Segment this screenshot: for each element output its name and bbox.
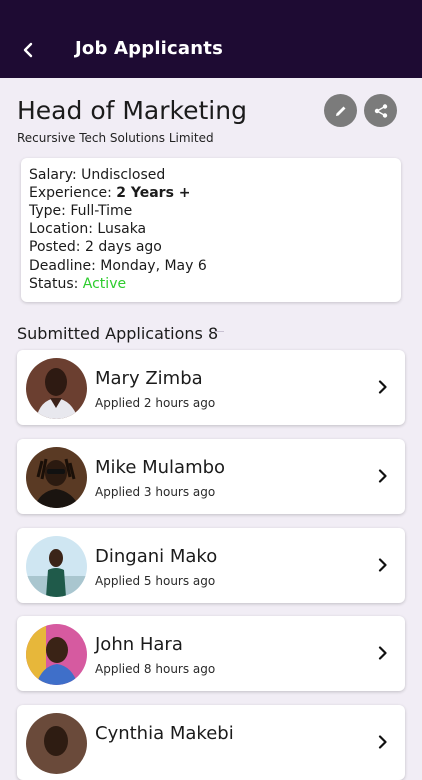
posted-value: 2 days ago [84, 239, 162, 255]
experience-label: Experience: [29, 185, 112, 201]
chevron-right-icon [378, 380, 387, 394]
app-bar: Job Applicants [0, 0, 422, 78]
deadline-value: Monday, May 6 [100, 258, 207, 274]
applicant-row[interactable]: Cynthia Makebi [17, 705, 405, 780]
avatar [26, 536, 87, 597]
job-title: Head of Marketing [17, 96, 247, 125]
status-label: Status: [29, 276, 79, 292]
applicant-row[interactable]: Mike Mulambo Applied 3 hours ago [17, 439, 405, 514]
avatar [26, 358, 87, 419]
location-label: Location: [29, 221, 93, 237]
type-value: Full-Time [70, 203, 133, 219]
avatar [26, 624, 87, 685]
company-name: Recursive Tech Solutions Limited [17, 131, 214, 145]
edit-button[interactable] [324, 94, 357, 127]
posted-label: Posted: [29, 239, 81, 255]
applicant-row[interactable]: John Hara Applied 8 hours ago [17, 616, 405, 691]
deadline-line: Deadline: Monday, May 6 [29, 258, 207, 274]
applied-time: Applied 2 hours ago [95, 396, 216, 410]
status-line: Status: Active [29, 276, 126, 292]
job-details-card: Salary: Undisclosed Experience: 2 Years … [21, 158, 401, 302]
chevron-right-icon [378, 646, 387, 660]
applicant-name: Mary Zimba [95, 368, 203, 389]
salary-label: Salary: [29, 167, 77, 183]
applications-count: 8 [207, 324, 219, 343]
page-title: Job Applicants [75, 38, 224, 59]
chevron-right-icon [378, 735, 387, 749]
applicant-name: Mike Mulambo [95, 457, 226, 478]
arrow-back-icon [23, 42, 33, 58]
status-badge: Active [82, 276, 127, 292]
heading-divider [214, 331, 224, 332]
location-value: Lusaka [97, 221, 147, 237]
applicant-name: John Hara [95, 634, 183, 655]
location-line: Location: Lusaka [29, 221, 146, 237]
deadline-label: Deadline: [29, 258, 96, 274]
applied-time: Applied 5 hours ago [95, 574, 216, 588]
experience-value: 2 Years + [116, 185, 191, 201]
chevron-right-icon [378, 469, 387, 483]
pencil-icon [335, 106, 345, 116]
applicant-row[interactable]: Dingani Mako Applied 5 hours ago [17, 528, 405, 603]
back-button[interactable] [14, 36, 42, 64]
avatar [26, 713, 87, 774]
applied-time: Applied 3 hours ago [95, 485, 216, 499]
share-icon [374, 103, 387, 118]
salary-line: Salary: Undisclosed [29, 167, 165, 183]
applicant-name: Cynthia Makebi [95, 723, 234, 744]
posted-line: Posted: 2 days ago [29, 239, 162, 255]
applicant-name: Dingani Mako [95, 546, 218, 567]
experience-line: Experience: 2 Years + [29, 185, 191, 201]
applicant-row[interactable]: Mary Zimba Applied 2 hours ago [17, 350, 405, 425]
chevron-right-icon [378, 558, 387, 572]
salary-value: Undisclosed [81, 167, 166, 183]
applied-time: Applied 8 hours ago [95, 662, 216, 676]
type-label: Type: [29, 203, 66, 219]
share-button[interactable] [364, 94, 397, 127]
applications-heading: Submitted Applications 8 [17, 324, 218, 343]
applications-title: Submitted Applications [17, 324, 203, 343]
type-line: Type: Full-Time [29, 203, 132, 219]
avatar [26, 447, 87, 508]
